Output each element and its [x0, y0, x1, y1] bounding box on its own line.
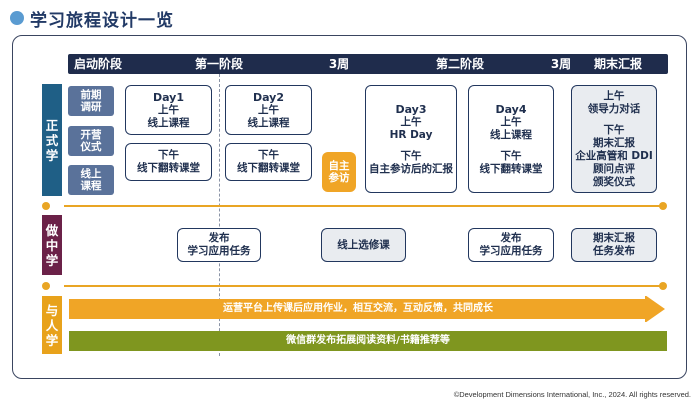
- timeline-dot-right-1: [659, 202, 667, 210]
- phase-label-2: 3周: [328, 57, 350, 71]
- phase-label-3: 第二阶段: [435, 57, 485, 71]
- phase-label-1: 第一阶段: [194, 57, 244, 71]
- title-bullet-icon: [10, 11, 24, 25]
- copyright-text: ©Development Dimensions International, I…: [453, 390, 691, 399]
- card-self-visit: 自主 参访: [322, 152, 356, 192]
- card-task-release-1: 发布 学习应用任务: [177, 228, 261, 262]
- sub-label-pre-survey: 前期 调研: [68, 86, 114, 116]
- section-formal-learning: 正 式 学: [42, 84, 62, 196]
- page-title-text: 学习旅程设计一览: [30, 10, 174, 31]
- card-online-elective: 线上选修课: [321, 228, 406, 262]
- timeline-separator-2: [64, 285, 662, 287]
- card-final-task: 期末汇报 任务发布: [571, 228, 657, 262]
- card-task-release-2: 发布 学习应用任务: [468, 228, 554, 262]
- arrow-bar-text: 运营平台上传课后应用作业，相互交流，互动反馈，共同成长: [223, 303, 493, 314]
- section-learning-with-others: 与 人 学: [42, 296, 62, 354]
- phase-bar: [68, 54, 668, 74]
- card-day2-afternoon: 下午 线下翻转课堂: [225, 143, 312, 181]
- card-day4: Day4 上午 线上课程 下午 线下翻转课堂: [468, 85, 554, 193]
- sub-label-online-course: 线上 课程: [68, 165, 114, 195]
- timeline-dot-left-1: [42, 202, 50, 210]
- card-day1-afternoon: 下午 线下翻转课堂: [125, 143, 212, 181]
- card-day1-morning: Day1 上午 线上课程: [125, 85, 212, 135]
- phase-label-5: 期末汇报: [593, 57, 643, 71]
- phase-label-0: 启动阶段: [73, 57, 123, 71]
- phase-label-4: 3周: [550, 57, 572, 71]
- section-learning-by-doing: 做 中 学: [42, 215, 62, 275]
- wechat-bar: 微信群发布拓展阅读资料/书籍推荐等: [69, 331, 667, 351]
- timeline-dot-left-2: [42, 282, 50, 290]
- timeline-dot-right-2: [659, 282, 667, 290]
- timeline-separator-1: [64, 205, 662, 207]
- card-final-report: 上午 领导力对话 下午 期末汇报 企业高管和 DDI 顾问点评 颁奖仪式: [571, 85, 657, 193]
- card-day3: Day3 上午 HR Day 下午 自主参访后的汇报: [365, 85, 457, 193]
- page-title: 学习旅程设计一览: [10, 5, 174, 31]
- card-day2-morning: Day2 上午 线上课程: [225, 85, 312, 135]
- sub-label-opening: 开营 仪式: [68, 126, 114, 156]
